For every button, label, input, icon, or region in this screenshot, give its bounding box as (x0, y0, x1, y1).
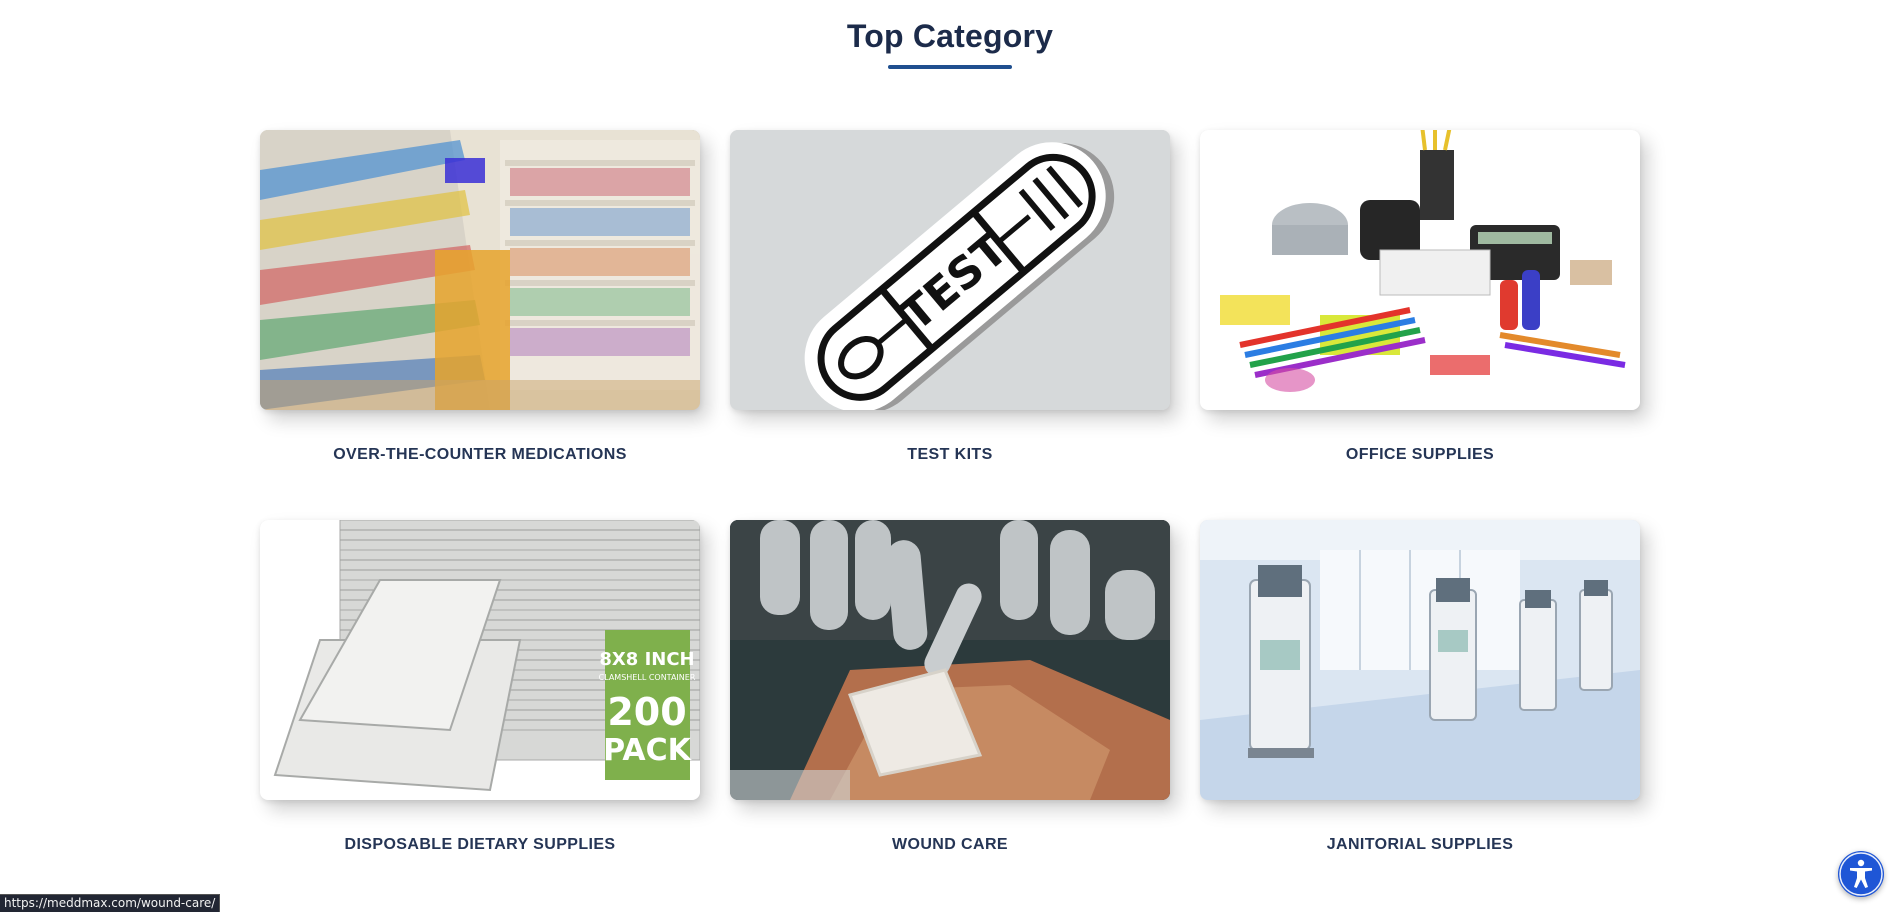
clamshell-containers-image[interactable]: 8X8 INCH CLAMSHELL CONTAINER 200 PACK (260, 520, 700, 800)
pack-size-text: 8X8 INCH (599, 649, 694, 670)
category-label[interactable]: OFFICE SUPPLIES (1200, 446, 1640, 464)
bandaged-hand-image[interactable] (730, 520, 1170, 800)
category-label[interactable]: WOUND CARE (730, 836, 1170, 854)
pack-sub-text: CLAMSHELL CONTAINER (599, 673, 696, 682)
pack-count-text: 200 (607, 690, 686, 734)
pack-word-text: PACK (603, 733, 692, 768)
accessibility-icon (1839, 852, 1883, 896)
category-card-dietary[interactable]: 8X8 INCH CLAMSHELL CONTAINER 200 PACK DI… (260, 520, 700, 854)
status-bar-url: https://meddmax.com/wound-care/ (0, 894, 221, 912)
category-card-wound-care[interactable]: WOUND CARE (730, 520, 1170, 854)
category-label[interactable]: TEST KITS (730, 446, 1170, 464)
category-card-otc[interactable]: OVER-THE-COUNTER MEDICATIONS (260, 130, 700, 464)
category-card-janitorial[interactable]: JANITORIAL SUPPLIES (1200, 520, 1640, 854)
category-card-test-kits[interactable]: TEST TEST KITS (730, 130, 1170, 464)
pharmacy-shelves-image[interactable] (260, 130, 700, 410)
category-grid: OVER-THE-COUNTER MEDICATIONS TEST TEST K… (0, 0, 1895, 912)
category-label[interactable]: OVER-THE-COUNTER MEDICATIONS (260, 446, 700, 464)
dialysis-room-image[interactable] (1200, 520, 1640, 800)
category-label[interactable]: DISPOSABLE DIETARY SUPPLIES (260, 836, 700, 854)
accessibility-button[interactable] (1838, 851, 1884, 897)
office-supplies-image[interactable] (1200, 130, 1640, 410)
category-label[interactable]: JANITORIAL SUPPLIES (1200, 836, 1640, 854)
category-card-office[interactable]: OFFICE SUPPLIES (1200, 130, 1640, 464)
test-tube-image[interactable]: TEST (730, 130, 1170, 410)
